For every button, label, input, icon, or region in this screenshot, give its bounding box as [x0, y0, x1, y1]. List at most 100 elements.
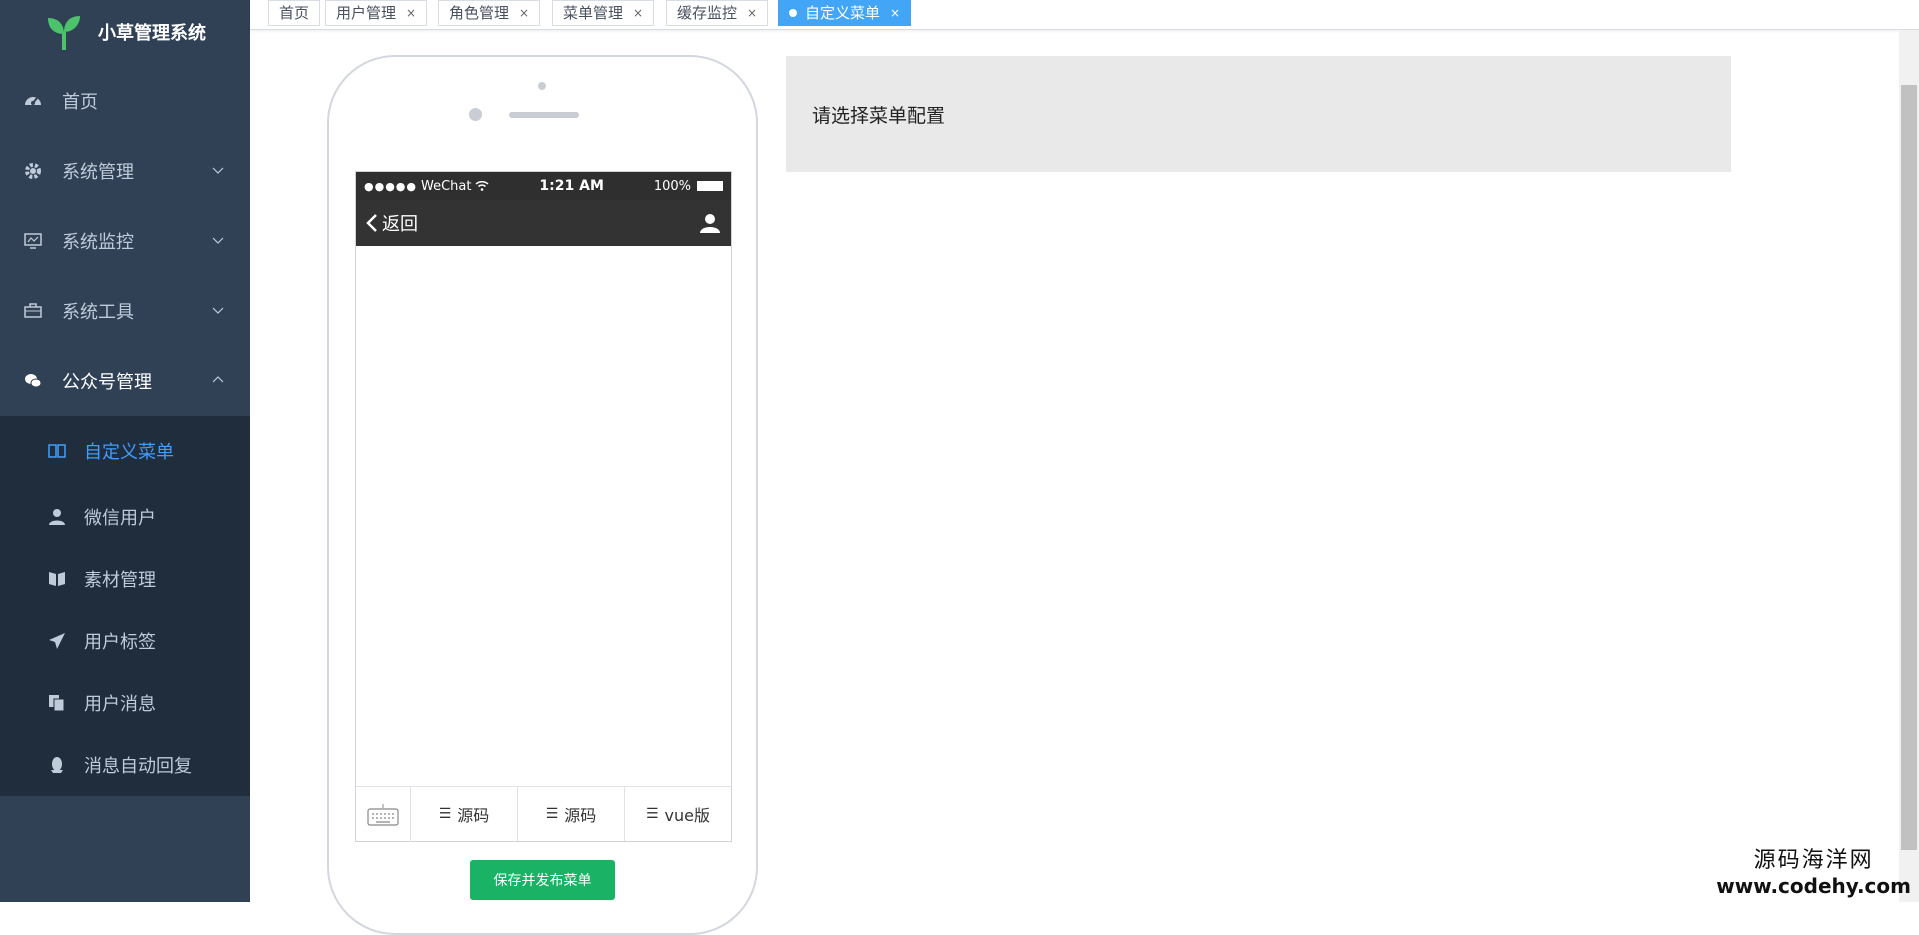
sidebar-subitem-materials[interactable]: 素材管理	[0, 548, 250, 610]
phone-screen: ●●●●● WeChat 1:21 AM 100% 返回 ☰	[355, 171, 732, 842]
close-icon[interactable]: ×	[747, 1, 757, 25]
sidebar-subitem-wechat-users[interactable]: 微信用户	[0, 486, 250, 548]
list-icon: ☰	[546, 806, 559, 822]
sidebar-item-tools[interactable]: 系统工具	[0, 276, 250, 346]
sidebar-subitem-auto-reply[interactable]: 消息自动回复	[0, 734, 250, 796]
sidebar-item-label: 系统监控	[62, 228, 134, 254]
app-logo[interactable]: 小草管理系统	[0, 0, 250, 64]
sidebar-subitem-label: 微信用户	[84, 504, 156, 530]
close-icon[interactable]: ×	[890, 1, 900, 25]
sidebar-subitem-label: 用户标签	[84, 628, 156, 654]
sidebar-subitem-custom-menu[interactable]: 自定义菜单	[0, 416, 250, 486]
paper-plane-icon	[48, 632, 66, 650]
tag-label: 菜单管理	[563, 1, 623, 25]
tags-view-bar: 首页 用户管理 × 角色管理 × 菜单管理 × 缓存监控 × 自定义菜单 ×	[250, 0, 1919, 30]
tag-label: 角色管理	[449, 1, 509, 25]
phone-nav-bar: 返回	[356, 200, 731, 246]
tag-label: 缓存监控	[677, 1, 737, 25]
sidebar-subitem-label: 消息自动回复	[84, 752, 192, 778]
close-icon[interactable]: ×	[519, 1, 529, 25]
gear-icon	[24, 162, 42, 180]
sidebar-item-monitor[interactable]: 系统监控	[0, 206, 250, 276]
menu-button-2[interactable]: ☰ 源码	[518, 787, 625, 841]
tag-label: 用户管理	[336, 1, 396, 25]
carrier: ●●●●● WeChat	[364, 179, 489, 194]
tag-custom-menu[interactable]: 自定义菜单 ×	[778, 0, 911, 26]
page-scrollbar[interactable]	[1899, 30, 1919, 902]
menu-button-label: 源码	[457, 802, 489, 826]
sidebar-item-label: 系统管理	[62, 158, 134, 184]
list-icon: ☰	[646, 806, 659, 822]
back-label: 返回	[382, 210, 418, 236]
dashboard-icon	[24, 92, 42, 110]
wifi-icon	[475, 181, 489, 191]
chevron-left-icon	[366, 213, 378, 233]
book-icon	[48, 570, 66, 588]
sidebar-subitem-label: 自定义菜单	[84, 438, 174, 464]
tag-user-management[interactable]: 用户管理 ×	[325, 0, 427, 26]
back-button[interactable]: 返回	[366, 210, 418, 236]
sprout-logo-icon	[44, 12, 84, 52]
toolbox-icon	[24, 302, 42, 320]
sidebar-item-home[interactable]: 首页	[0, 66, 250, 136]
tag-menu-management[interactable]: 菜单管理 ×	[552, 0, 654, 26]
config-hint: 请选择菜单配置	[812, 101, 945, 128]
phone-status-bar: ●●●●● WeChat 1:21 AM 100%	[356, 172, 731, 200]
tag-role-management[interactable]: 角色管理 ×	[438, 0, 540, 26]
list-icon: ☰	[439, 806, 452, 822]
watermark-url: www.codehy.com	[1716, 874, 1911, 898]
user-profile-icon[interactable]	[699, 212, 721, 234]
keyboard-icon	[367, 803, 399, 827]
book-open-icon	[48, 442, 66, 460]
app-name: 小草管理系统	[98, 19, 206, 45]
tag-label: 首页	[279, 1, 309, 25]
wechat-icon	[24, 372, 42, 390]
wechat-submenu: 自定义菜单 微信用户 素材管理 用户标签 用户消息	[0, 416, 250, 796]
battery: 100%	[654, 179, 723, 194]
battery-icon	[697, 181, 723, 191]
menu-button-label: vue版	[665, 802, 710, 826]
qq-icon	[48, 756, 66, 774]
save-publish-button[interactable]: 保存并发布菜单	[470, 860, 615, 900]
monitor-icon	[24, 232, 42, 250]
sidebar-subitem-label: 用户消息	[84, 690, 156, 716]
status-time: 1:21 AM	[539, 178, 603, 194]
watermark-cn: 源码海洋网	[1716, 842, 1911, 874]
user-icon	[48, 508, 66, 526]
menu-button-1[interactable]: ☰ 源码	[411, 787, 518, 841]
tag-home[interactable]: 首页	[268, 0, 320, 26]
sidebar-item-label: 系统工具	[62, 298, 134, 324]
close-icon[interactable]: ×	[633, 1, 643, 25]
active-dot	[789, 9, 797, 17]
menu-button-label: 源码	[564, 802, 596, 826]
phone-content	[356, 246, 731, 788]
phone-camera	[538, 82, 546, 90]
copy-icon	[48, 694, 66, 712]
keyboard-toggle[interactable]	[356, 787, 411, 842]
tag-cache-monitor[interactable]: 缓存监控 ×	[666, 0, 768, 26]
sidebar-subitem-label: 素材管理	[84, 566, 156, 592]
phone-speaker	[509, 112, 579, 118]
sidebar: 小草管理系统 首页 系统管理 系统监控 系统工具 公众号管理	[0, 0, 250, 902]
phone-preview: ●●●●● WeChat 1:21 AM 100% 返回 ☰	[327, 55, 758, 935]
sidebar-item-label: 首页	[62, 88, 98, 114]
signal-dots-icon: ●●●●●	[364, 180, 417, 193]
chevron-up-icon	[212, 374, 224, 386]
watermark: 源码海洋网 www.codehy.com	[1716, 842, 1911, 898]
menu-config-panel: 请选择菜单配置	[786, 56, 1731, 172]
battery-level: 100%	[654, 179, 691, 194]
phone-front-lens	[469, 108, 482, 121]
wechat-menu-bar: ☰ 源码 ☰ 源码 ☰ vue版	[356, 786, 731, 841]
sidebar-subitem-user-tags[interactable]: 用户标签	[0, 610, 250, 672]
chevron-down-icon	[212, 164, 224, 176]
close-icon[interactable]: ×	[406, 1, 416, 25]
sidebar-item-system[interactable]: 系统管理	[0, 136, 250, 206]
sidebar-item-wechat[interactable]: 公众号管理	[0, 346, 250, 416]
scrollbar-thumb[interactable]	[1901, 85, 1917, 850]
tag-label: 自定义菜单	[805, 1, 880, 25]
sidebar-subitem-user-messages[interactable]: 用户消息	[0, 672, 250, 734]
carrier-name: WeChat	[421, 179, 471, 194]
sidebar-item-label: 公众号管理	[62, 368, 152, 394]
menu-button-3[interactable]: ☰ vue版	[625, 787, 731, 841]
chevron-down-icon	[212, 304, 224, 316]
